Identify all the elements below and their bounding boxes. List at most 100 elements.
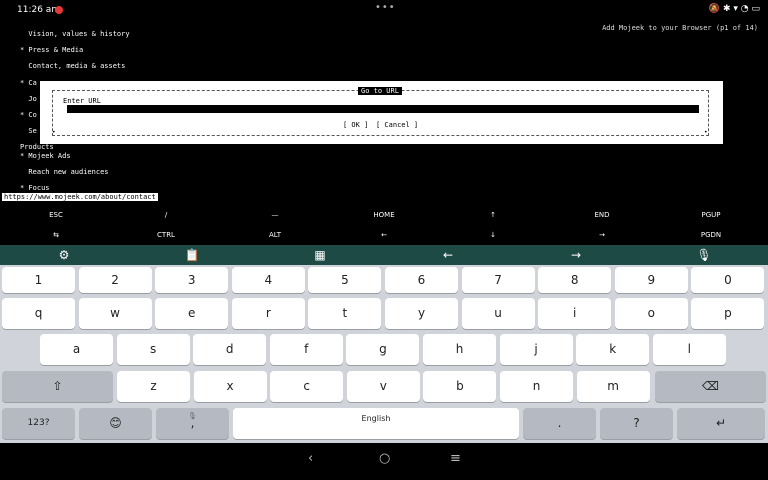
extra-key[interactable]: PGDN xyxy=(656,225,766,245)
url-input[interactable] xyxy=(67,105,699,113)
key-7[interactable]: 7 xyxy=(461,267,535,293)
key-h[interactable]: h xyxy=(423,334,496,365)
navigation-bar: ‹ ○ ≡ xyxy=(0,443,768,480)
terminal-line: * Co xyxy=(20,111,37,119)
ok-button[interactable]: [ OK ] xyxy=(343,121,368,129)
key-u[interactable]: u xyxy=(461,298,535,329)
extra-key[interactable]: ALT xyxy=(220,225,330,245)
back-icon[interactable]: ‹ xyxy=(308,451,313,466)
page-title: Add Mojeek to your Browser (p1 of 14) xyxy=(602,24,758,32)
terminal-line: Reach new audiences xyxy=(20,167,109,176)
extra-key[interactable]: END xyxy=(547,205,657,225)
question-key[interactable]: ? xyxy=(600,408,673,439)
terminal-line: * Ca xyxy=(20,78,37,87)
terminal-line: Se xyxy=(20,127,37,136)
terminal-line: * Focus xyxy=(20,183,50,192)
extra-key[interactable]: ← xyxy=(329,225,439,245)
recents-icon[interactable]: ≡ xyxy=(450,451,461,466)
dialog-corner-mark: • xyxy=(704,129,708,136)
link-status-url: https://www.mojeek.com/about/contact xyxy=(2,193,158,201)
mic-icon[interactable]: 🎙 xyxy=(689,245,719,265)
key-3[interactable]: 3 xyxy=(155,267,229,293)
extra-key[interactable]: ⇆ xyxy=(1,225,111,245)
key-d[interactable]: d xyxy=(193,334,267,365)
space-key[interactable]: English xyxy=(233,408,519,439)
key-p[interactable]: p xyxy=(691,298,765,329)
key-8[interactable]: 8 xyxy=(538,267,612,293)
gear-icon[interactable]: ⚙ xyxy=(49,245,79,265)
notification-badge-icon xyxy=(55,6,63,14)
key-w[interactable]: w xyxy=(78,298,152,329)
enter-key[interactable]: ↵ xyxy=(677,408,765,439)
home-icon[interactable]: ○ xyxy=(379,451,390,466)
emoji-key[interactable]: 😊 xyxy=(79,408,152,439)
arrow-right-icon[interactable]: → xyxy=(561,245,591,265)
key-y[interactable]: y xyxy=(385,298,458,329)
key-4[interactable]: 4 xyxy=(231,267,305,293)
key-k[interactable]: k xyxy=(576,334,650,365)
key-f[interactable]: f xyxy=(269,334,343,365)
key-r[interactable]: r xyxy=(231,298,305,329)
period-key[interactable]: . xyxy=(523,408,596,439)
symbols-key[interactable]: 123? xyxy=(2,408,75,439)
extra-key[interactable]: / xyxy=(111,205,221,225)
key-s[interactable]: s xyxy=(116,334,190,365)
terminal-line: * Press & Media xyxy=(20,46,84,55)
key-2[interactable]: 2 xyxy=(78,267,152,293)
extra-key[interactable]: ESC xyxy=(1,205,111,225)
shift-key[interactable]: ⇧ xyxy=(2,371,113,402)
calculator-icon[interactable]: ▦ xyxy=(305,245,335,265)
key-t[interactable]: t xyxy=(308,298,382,329)
key-v[interactable]: v xyxy=(346,371,420,402)
extra-key[interactable]: → xyxy=(547,225,657,245)
extra-keys-row-2: ⇆ CTRL ALT ← ↓ → PGDN xyxy=(0,225,768,245)
key-i[interactable]: i xyxy=(538,298,612,329)
key-g[interactable]: g xyxy=(346,334,420,365)
terminal-line: Vision, values & history xyxy=(20,30,130,38)
extra-key[interactable]: — xyxy=(220,205,330,225)
go-to-url-dialog: Go to URL Enter URL [ OK ] [ Cancel ] • … xyxy=(40,81,723,144)
terminal-line: * Mojeek Ads xyxy=(20,151,71,160)
key-z[interactable]: z xyxy=(117,371,190,402)
key-q[interactable]: q xyxy=(2,298,75,329)
key-n[interactable]: n xyxy=(500,371,573,402)
key-6[interactable]: 6 xyxy=(385,267,458,293)
key-5[interactable]: 5 xyxy=(308,267,382,293)
url-label: Enter URL xyxy=(63,97,101,105)
on-screen-keyboard: 1234567890 qwertyuiop asdfghjkl ⇧ ⌫ zxcv… xyxy=(0,265,768,443)
extra-key[interactable]: CTRL xyxy=(111,225,221,245)
terminal-line: Products xyxy=(20,143,54,152)
clipboard-icon[interactable]: 📋 xyxy=(177,245,207,265)
key-j[interactable]: j xyxy=(499,334,573,365)
key-1[interactable]: 1 xyxy=(2,267,75,293)
key-x[interactable]: x xyxy=(193,371,267,402)
keyboard-toolbar: ⚙ 📋 ▦ ← → 🎙 xyxy=(0,245,768,265)
key-9[interactable]: 9 xyxy=(614,267,688,293)
terminal-line: Contact, media & assets xyxy=(20,62,126,71)
dialog-corner-mark: • xyxy=(52,129,56,136)
key-o[interactable]: o xyxy=(614,298,688,329)
system-icons: 🔕 ✱ ▾ ◔ ▭ xyxy=(708,4,760,14)
key-b[interactable]: b xyxy=(423,371,497,402)
dialog-title: Go to URL xyxy=(358,87,402,95)
key-l[interactable]: l xyxy=(652,334,726,365)
key-a[interactable]: a xyxy=(40,334,113,365)
key-e[interactable]: e xyxy=(155,298,229,329)
backspace-key[interactable]: ⌫ xyxy=(655,371,766,402)
extra-key[interactable]: ↓ xyxy=(438,225,548,245)
extra-keys-row-1: ESC / — HOME ↑ END PGUP xyxy=(0,205,768,225)
comma-key[interactable]: 🎙, xyxy=(156,408,229,439)
arrow-left-icon[interactable]: ← xyxy=(433,245,463,265)
more-dots-icon[interactable]: ••• xyxy=(375,2,396,13)
key-c[interactable]: c xyxy=(270,371,344,402)
extra-key[interactable]: PGUP xyxy=(656,205,766,225)
extra-key[interactable]: HOME xyxy=(329,205,439,225)
key-m[interactable]: m xyxy=(576,371,650,402)
extra-key[interactable]: ↑ xyxy=(438,205,548,225)
dialog-border xyxy=(52,90,709,136)
clock: 11:26 am xyxy=(17,5,61,15)
mic-hint-icon: 🎙 xyxy=(188,412,197,420)
terminal-line: Jo xyxy=(20,94,37,103)
key-0[interactable]: 0 xyxy=(691,267,765,293)
cancel-button[interactable]: [ Cancel ] xyxy=(376,121,418,129)
